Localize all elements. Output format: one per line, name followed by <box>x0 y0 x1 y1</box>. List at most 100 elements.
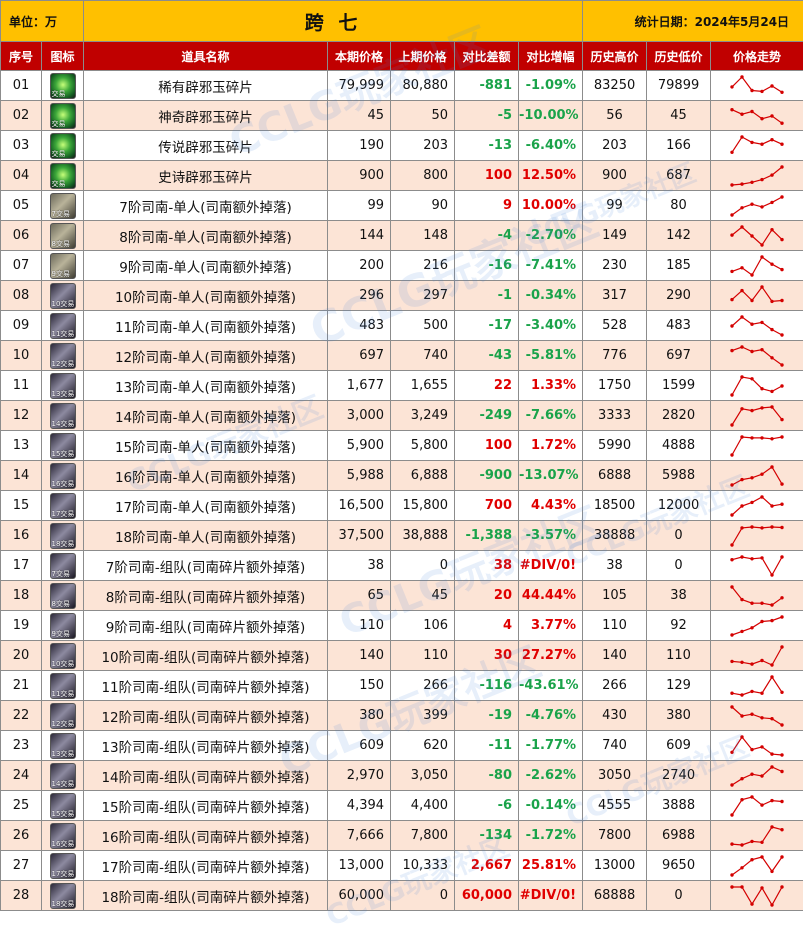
price-diff: 700 <box>455 491 519 521</box>
previous-price: 15,800 <box>391 491 455 521</box>
sparkline-point <box>760 658 763 661</box>
item-icon-cell: 16交易 <box>42 461 84 491</box>
sparkline-point <box>730 183 733 186</box>
history-high: 430 <box>583 701 647 731</box>
row-number: 26 <box>1 821 42 851</box>
price-rate: -3.40% <box>519 311 583 341</box>
table-row: 199交易9阶司南-组队(司南碎片额外掉落)11010643.77%11092 <box>1 611 803 641</box>
price-diff: -11 <box>455 731 519 761</box>
price-diff: -6 <box>455 791 519 821</box>
sparkline-point <box>780 298 783 301</box>
sparkline-point <box>730 233 733 236</box>
table-row: 2515交易15阶司南-组队(司南碎片额外掉落)4,3944,400-6-0.1… <box>1 791 803 821</box>
sparkline-line <box>732 887 782 905</box>
sparkline-line <box>732 587 782 605</box>
item-icon: 16交易 <box>50 463 76 489</box>
stat-date: 统计日期：2024年5月24日 <box>583 1 803 42</box>
item-name: 13阶司南-组队(司南碎片额外掉落) <box>84 731 328 761</box>
icon-tag: 8交易 <box>52 240 70 248</box>
price-trend-cell <box>711 281 803 311</box>
sparkline-point <box>730 783 733 786</box>
previous-price: 620 <box>391 731 455 761</box>
item-icon-cell: 交易 <box>42 161 84 191</box>
sparkline-point <box>780 502 783 505</box>
sparkline-point <box>750 689 753 692</box>
item-icon-cell: 11交易 <box>42 671 84 701</box>
item-icon: 12交易 <box>50 703 76 729</box>
price-diff: -134 <box>455 821 519 851</box>
row-number: 28 <box>1 881 42 911</box>
sparkline-point <box>730 324 733 327</box>
sparkline-point <box>770 798 773 801</box>
sparkline-point <box>760 255 763 258</box>
sparkline <box>729 494 785 518</box>
sparkline-point <box>740 477 743 480</box>
history-low: 380 <box>647 701 711 731</box>
sparkline-point <box>780 417 783 420</box>
history-low: 45 <box>647 101 711 131</box>
sparkline <box>729 524 785 548</box>
sparkline-point <box>760 855 763 858</box>
row-number: 02 <box>1 101 42 131</box>
item-icon: 7交易 <box>50 553 76 579</box>
sparkline-point <box>740 315 743 318</box>
icon-tag: 10交易 <box>52 660 75 668</box>
item-icon: 18交易 <box>50 523 76 549</box>
sparkline-point <box>740 288 743 291</box>
history-high: 110 <box>583 611 647 641</box>
history-high: 317 <box>583 281 647 311</box>
price-rate: 3.77% <box>519 611 583 641</box>
sparkline <box>729 764 785 788</box>
price-diff: 22 <box>455 371 519 401</box>
sparkline-point <box>740 693 743 696</box>
row-number: 25 <box>1 791 42 821</box>
price-diff: -249 <box>455 401 519 431</box>
row-number: 04 <box>1 161 42 191</box>
sparkline-point <box>780 435 783 438</box>
price-trend-cell <box>711 431 803 461</box>
row-number: 18 <box>1 581 42 611</box>
table-row: 2414交易14阶司南-组队(司南碎片额外掉落)2,9703,050-80-2.… <box>1 761 803 791</box>
sparkline <box>729 404 785 428</box>
sparkline-point <box>730 873 733 876</box>
sparkline-point <box>770 573 773 576</box>
history-low: 3888 <box>647 791 711 821</box>
item-icon: 13交易 <box>50 733 76 759</box>
previous-price: 7,800 <box>391 821 455 851</box>
sparkline-point <box>780 237 783 240</box>
sparkline-point <box>780 555 783 558</box>
previous-price: 106 <box>391 611 455 641</box>
sparkline-point <box>770 138 773 141</box>
history-high: 140 <box>583 641 647 671</box>
sparkline-point <box>730 705 733 708</box>
previous-price: 3,050 <box>391 761 455 791</box>
price-diff: -881 <box>455 71 519 101</box>
price-rate: -0.14% <box>519 791 583 821</box>
sparkline <box>729 134 785 158</box>
item-icon: 16交易 <box>50 823 76 849</box>
previous-price: 6,888 <box>391 461 455 491</box>
history-high: 38 <box>583 551 647 581</box>
current-price: 150 <box>328 671 391 701</box>
price-rate: -1.09% <box>519 71 583 101</box>
row-number: 19 <box>1 611 42 641</box>
item-name: 7阶司南-单人(司南额外掉落) <box>84 191 328 221</box>
sparkline-point <box>730 813 733 816</box>
sparkline-point <box>780 885 783 888</box>
sparkline-point <box>750 436 753 439</box>
sparkline-point <box>760 387 763 390</box>
current-price: 99 <box>328 191 391 221</box>
item-icon-cell: 交易 <box>42 71 84 101</box>
sparkline-line <box>732 377 782 395</box>
history-low: 687 <box>647 161 711 191</box>
history-low: 185 <box>647 251 711 281</box>
price-rate: -7.41% <box>519 251 583 281</box>
sparkline-point <box>780 645 783 648</box>
item-icon-cell: 13交易 <box>42 731 84 761</box>
item-icon-cell: 12交易 <box>42 701 84 731</box>
sparkline-point <box>770 299 773 302</box>
history-high: 13000 <box>583 851 647 881</box>
history-high: 266 <box>583 671 647 701</box>
sparkline <box>729 884 785 908</box>
item-name: 12阶司南-组队(司南碎片额外掉落) <box>84 701 328 731</box>
